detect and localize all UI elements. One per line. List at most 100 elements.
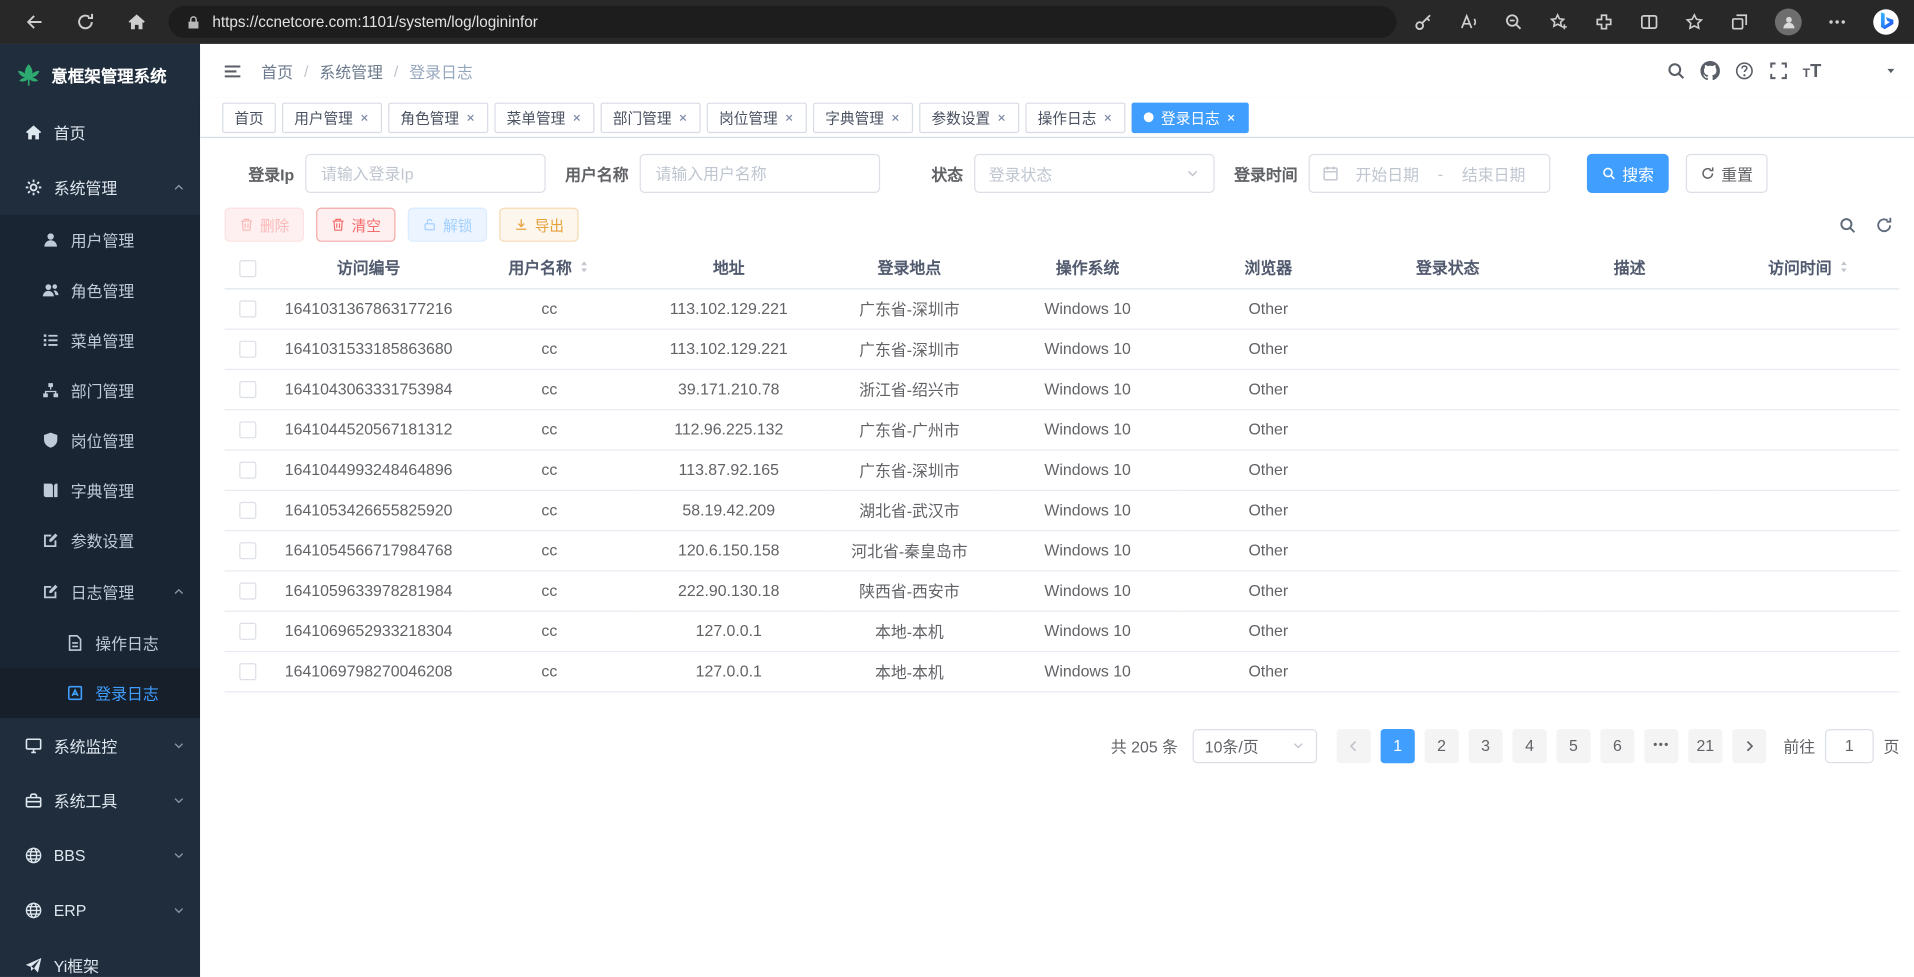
sidebar-item-system-mgmt[interactable]: 系统管理 [0,160,200,215]
table-row[interactable]: 1641069652933218304cc127.0.0.1本地-本机Windo… [225,611,1900,651]
tab-home[interactable]: 首页 [222,102,276,133]
sidebar-item-erp[interactable]: ERP [0,883,200,938]
username-input[interactable] [640,154,880,193]
tab-login-log[interactable]: 登录日志 [1132,102,1249,133]
user-avatar[interactable] [1836,54,1870,88]
sidebar-toggle-hamburger-icon[interactable] [222,60,243,81]
clear-button[interactable]: 清空 [316,208,395,242]
row-checkbox[interactable] [239,381,256,398]
table-row[interactable]: 1641044520567181312cc112.96.225.132广东省-广… [225,409,1900,449]
browser-home-button[interactable] [127,12,147,32]
table-row[interactable]: 1641043063331753984cc39.171.210.78浙江省-绍兴… [225,369,1900,409]
key-icon[interactable] [1414,12,1434,32]
sidebar-item-system-tools[interactable]: 系统工具 [0,773,200,828]
table-row[interactable]: 1641054566717984768cc120.6.150.158河北省-秦皇… [225,530,1900,570]
sidebar-item-user-mgmt[interactable]: 用户管理 [0,215,200,265]
fullscreen-icon[interactable] [1768,61,1788,81]
row-checkbox[interactable] [239,462,256,479]
tab-operation-log[interactable]: 操作日志 [1026,102,1126,133]
reset-button[interactable]: 重置 [1686,154,1768,193]
page-button[interactable]: 5 [1556,728,1590,762]
row-checkbox[interactable] [239,341,256,358]
delete-button[interactable]: 删除 [225,208,304,242]
table-row[interactable]: 1641059633978281984cc222.90.130.18陕西省-西安… [225,570,1900,610]
search-button[interactable]: 搜索 [1587,154,1669,193]
sidebar-item-menu-mgmt[interactable]: 菜单管理 [0,315,200,365]
favorite-add-icon[interactable] [1549,12,1569,32]
page-button[interactable]: 2 [1425,728,1459,762]
export-button[interactable]: 导出 [499,208,578,242]
ellipsis-icon[interactable] [1827,12,1847,32]
sidebar-item-yi-framework[interactable]: Yi框架 [0,938,200,977]
table-row[interactable]: 1641053426655825920cc58.19.42.209湖北省-武汉市… [225,490,1900,530]
more-pages-button[interactable]: ••• [1644,728,1678,762]
status-select[interactable]: 登录状态 [974,154,1214,193]
row-checkbox[interactable] [239,422,256,439]
page-button[interactable]: 3 [1468,728,1502,762]
bing-icon[interactable] [1873,9,1900,36]
sidebar-item-post-mgmt[interactable]: 岗位管理 [0,415,200,465]
row-checkbox[interactable] [239,543,256,560]
unlock-button[interactable]: 解锁 [408,208,487,242]
sidebar-item-login-log[interactable]: 登录日志 [0,668,200,718]
goto-page-input[interactable] [1825,728,1874,762]
question-icon[interactable] [1734,61,1754,81]
font-size-icon[interactable]: TT [1803,62,1822,80]
sidebar-item-log-mgmt[interactable]: 日志管理 [0,565,200,618]
tab-close-icon[interactable] [1102,112,1113,123]
column-header[interactable]: 访问时间 [1719,247,1900,289]
row-checkbox[interactable] [239,301,256,318]
collections-icon[interactable] [1730,12,1750,32]
login-ip-input[interactable] [305,154,545,193]
app-logo[interactable]: 意框架管理系统 [0,44,200,105]
browser-refresh-button[interactable] [76,12,96,32]
refresh-icon[interactable] [1875,216,1893,234]
browser-address-bar[interactable]: https://ccnetcore.com:1101/system/log/lo… [168,6,1396,38]
tab-close-icon[interactable] [996,112,1007,123]
sidebar-item-dict-mgmt[interactable]: 字典管理 [0,465,200,515]
favorites-bar-icon[interactable] [1685,12,1705,32]
sort-icon[interactable] [1837,260,1850,273]
tab-close-icon[interactable] [678,112,689,123]
read-aloud-icon[interactable] [1459,12,1479,32]
sidebar-item-bbs[interactable]: BBS [0,828,200,883]
github-icon[interactable] [1700,61,1720,81]
search-icon[interactable] [1666,61,1686,81]
page-button[interactable]: 4 [1512,728,1546,762]
select-all-checkbox[interactable] [239,260,256,277]
tab-close-icon[interactable] [359,112,370,123]
browser-back-button[interactable] [24,12,44,32]
page-button[interactable]: 6 [1600,728,1634,762]
tab-close-icon[interactable] [465,112,476,123]
sidebar-item-dept-mgmt[interactable]: 部门管理 [0,365,200,415]
page-button[interactable]: 1 [1381,728,1415,762]
tab-dept-mgmt[interactable]: 部门管理 [601,102,701,133]
row-checkbox[interactable] [239,502,256,519]
table-row[interactable]: 1641031367863177216cc113.102.129.221广东省-… [225,288,1900,328]
table-row[interactable]: 1641044993248464896cc113.87.92.165广东省-深圳… [225,449,1900,489]
tab-menu-mgmt[interactable]: 菜单管理 [494,102,594,133]
table-row[interactable]: 1641031533185863680cc113.102.129.221广东省-… [225,329,1900,369]
tab-close-icon[interactable] [1226,112,1237,123]
sidebar-item-role-mgmt[interactable]: 角色管理 [0,265,200,315]
sort-icon[interactable] [577,260,590,273]
page-button[interactable]: 21 [1688,728,1722,762]
tab-post-mgmt[interactable]: 岗位管理 [707,102,807,133]
tab-close-icon[interactable] [890,112,901,123]
login-time-range-picker[interactable]: 开始日期-结束日期 [1309,154,1551,193]
profile-icon[interactable] [1775,9,1802,36]
prev-page-button[interactable] [1337,728,1371,762]
tab-param-settings[interactable]: 参数设置 [919,102,1019,133]
extensions-icon[interactable] [1594,12,1614,32]
tab-role-mgmt[interactable]: 角色管理 [388,102,488,133]
row-checkbox[interactable] [239,583,256,600]
sidebar-item-home[interactable]: 首页 [0,105,200,160]
tab-dict-mgmt[interactable]: 字典管理 [813,102,913,133]
breadcrumb-item[interactable]: 首页 [261,59,293,82]
sidebar-item-system-monitor[interactable]: 系统监控 [0,718,200,773]
split-screen-icon[interactable] [1639,12,1659,32]
column-header[interactable]: 用户名称 [466,247,632,289]
table-row[interactable]: 1641069798270046208cc127.0.0.1本地-本机Windo… [225,651,1900,691]
zoom-out-icon[interactable] [1504,12,1524,32]
tab-user-mgmt[interactable]: 用户管理 [282,102,382,133]
